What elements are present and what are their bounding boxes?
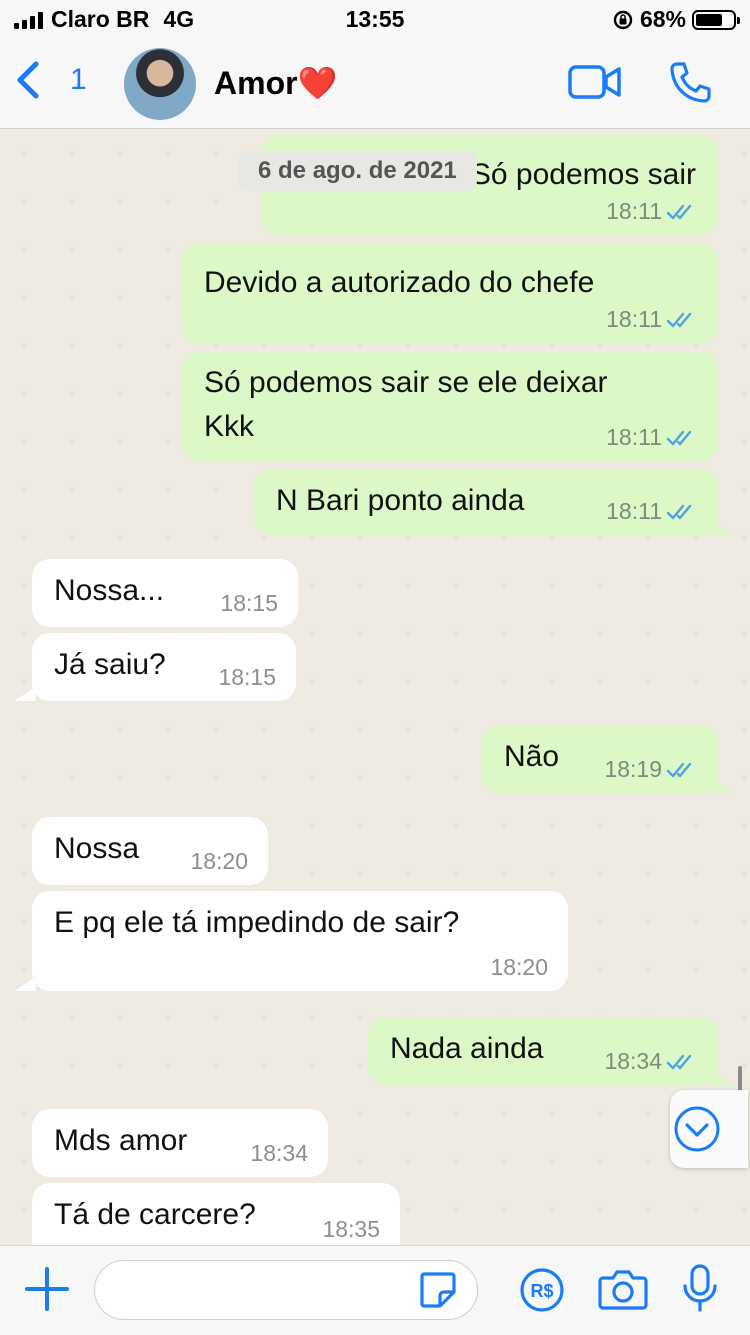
date-chip: 6 de ago. de 2021 [238, 151, 477, 191]
message-bubble[interactable]: Tá de carcere? 18:35 [32, 1183, 400, 1245]
scroll-to-bottom-button[interactable] [670, 1090, 748, 1168]
message-time: 18:11 [606, 424, 662, 450]
alarm-lock-icon [613, 10, 633, 29]
message-time: 18:20 [190, 848, 248, 874]
scroll-down-icon [674, 1106, 720, 1152]
read-ticks-icon [666, 504, 692, 519]
message-meta: 18:11 [606, 498, 698, 525]
message-meta: 18:11 [606, 306, 698, 333]
message-text: Já saiu? [54, 648, 166, 681]
phone-icon[interactable] [668, 60, 712, 104]
status-bar: Claro BR 4G 13:55 68% [0, 0, 750, 40]
avatar[interactable] [124, 48, 196, 120]
message-text: Nada ainda [390, 1032, 544, 1065]
message-text: Mds amor [54, 1124, 188, 1157]
message-bubble[interactable]: Mds amor 18:34 [32, 1109, 328, 1177]
message-meta: 18:11 [606, 198, 698, 225]
message-time: 18:11 [606, 198, 662, 224]
unread-count: 1 [70, 63, 87, 96]
read-ticks-icon [666, 312, 692, 327]
contact-name[interactable]: Amor❤️ [214, 64, 337, 102]
message-text: Só podemos sair [470, 158, 696, 191]
camera-icon[interactable] [598, 1268, 648, 1310]
message-bubble[interactable]: N Bari ponto ainda 18:11 [254, 469, 718, 535]
bubble-tail [14, 977, 36, 991]
back-chevron-icon [17, 61, 39, 99]
message-meta: 18:34 [604, 1048, 698, 1075]
message-bubble[interactable]: Nada ainda 18:34 [368, 1017, 718, 1085]
read-ticks-icon [666, 430, 692, 445]
message-time: 18:34 [250, 1140, 308, 1166]
message-bubble[interactable]: Não 18:19 [482, 725, 718, 793]
sticker-icon[interactable] [418, 1270, 458, 1310]
message-text: Nossa [54, 832, 140, 865]
message-time: 18:15 [218, 664, 276, 690]
pix-payment-icon[interactable]: R$ [518, 1266, 566, 1314]
plus-icon[interactable] [24, 1266, 70, 1312]
message-meta: 18:15 [220, 590, 278, 617]
message-meta: 18:20 [190, 848, 248, 875]
message-bubble[interactable]: Devido a autorizado do chefe 18:11 [182, 243, 718, 343]
message-list[interactable]: 6 de ago. de 2021 Só podemos sair 18:11 … [0, 129, 750, 1245]
message-bubble[interactable]: E pq ele tá impedindo de sair? 18:20 [32, 891, 568, 991]
bubble-tail [712, 1071, 734, 1085]
message-text: Nossa... [54, 574, 165, 607]
status-right: 68% [612, 6, 740, 33]
message-meta: 18:11 [606, 424, 698, 451]
message-text: Não [504, 740, 560, 773]
message-text: E pq ele tá impedindo de sair? [54, 906, 460, 939]
message-meta: 18:35 [322, 1216, 380, 1243]
microphone-icon[interactable] [682, 1264, 718, 1314]
message-meta: 18:20 [490, 954, 548, 981]
svg-text:R$: R$ [530, 1281, 553, 1301]
message-bubble[interactable]: Já saiu? 18:15 [32, 633, 296, 701]
message-time: 18:34 [604, 1048, 662, 1074]
message-time: 18:15 [220, 590, 278, 616]
message-text: N Bari ponto ainda [276, 484, 525, 517]
read-ticks-icon [666, 1054, 692, 1069]
bubble-tail [712, 779, 734, 793]
message-bubble[interactable]: Só podemos sair se ele deixar Kkk 18:11 [182, 351, 718, 461]
message-meta: 18:19 [604, 756, 698, 783]
bubble-tail [712, 521, 734, 535]
chat-header: 1 Amor❤️ [0, 40, 750, 129]
message-meta: 18:34 [250, 1140, 308, 1167]
message-time: 18:20 [490, 954, 548, 980]
message-time: 18:19 [604, 756, 662, 782]
message-time: 18:11 [606, 306, 662, 332]
read-ticks-icon [666, 762, 692, 777]
message-text: Só podemos sair se ele deixar Kkk [204, 366, 608, 443]
bubble-tail [14, 687, 36, 701]
message-text: Tá de carcere? [54, 1198, 256, 1231]
back-button[interactable]: 1 [14, 60, 87, 100]
battery-percent: 68% [639, 6, 686, 32]
message-time: 18:11 [606, 498, 662, 524]
message-meta: 18:15 [218, 664, 276, 691]
battery-icon [692, 9, 740, 30]
message-bubble[interactable]: Nossa 18:20 [32, 817, 268, 885]
message-text: Devido a autorizado do chefe [204, 266, 595, 299]
video-call-icon[interactable] [568, 64, 622, 100]
composer-bar: R$ [0, 1245, 750, 1335]
message-time: 18:35 [322, 1216, 380, 1242]
message-bubble[interactable]: Nossa... 18:15 [32, 559, 298, 627]
read-ticks-icon [666, 204, 692, 219]
